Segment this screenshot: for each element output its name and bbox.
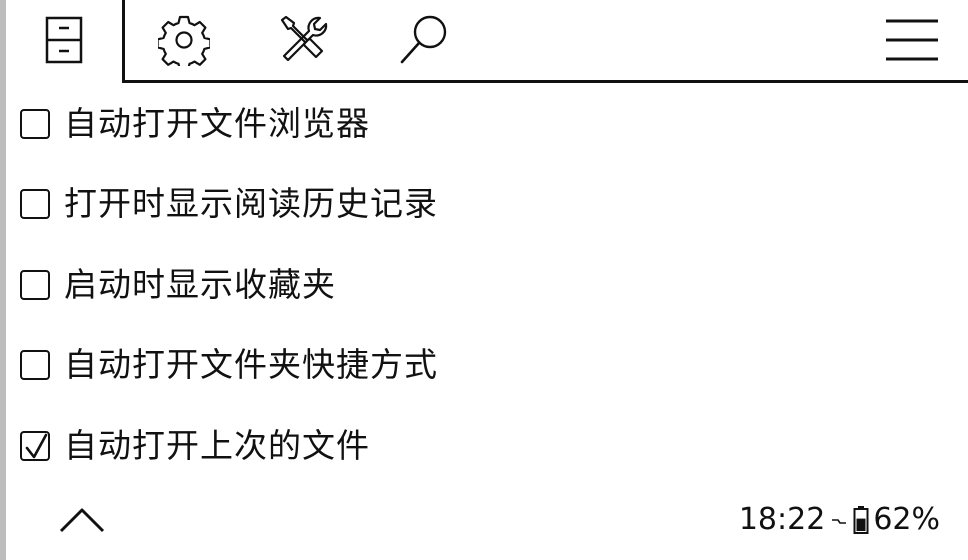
left-edge [0, 0, 6, 560]
tab-tools[interactable] [274, 10, 334, 70]
hamburger-menu-icon [886, 19, 938, 61]
setting-label: 启动时显示收藏夹 [64, 265, 336, 304]
menu-button[interactable] [880, 10, 944, 70]
screen: 自动打开文件浏览器 打开时显示阅读历史记录 启动时显示收藏夹 自动打开文件夹快捷… [0, 0, 968, 560]
battery-percent: 62% [873, 502, 940, 537]
checkbox[interactable] [20, 350, 50, 380]
setting-auto-open-last-file[interactable]: 自动打开上次的文件 [20, 416, 370, 476]
tools-icon [280, 15, 328, 62]
charging-icon [831, 513, 847, 527]
toolbar [0, 0, 968, 84]
tab-settings[interactable] [154, 10, 214, 70]
setting-auto-open-folder-shortcuts[interactable]: 自动打开文件夹快捷方式 [20, 335, 438, 395]
search-icon [400, 15, 447, 64]
setting-show-favorites[interactable]: 启动时显示收藏夹 [20, 255, 336, 315]
tab-file-browser[interactable] [34, 10, 94, 70]
checkbox[interactable] [20, 109, 50, 139]
setting-label: 自动打开文件夹快捷方式 [64, 345, 438, 384]
checkmark-icon [25, 433, 48, 459]
setting-label: 自动打开上次的文件 [64, 426, 370, 465]
tab-divider [122, 0, 125, 83]
chevron-up-icon [59, 508, 105, 533]
setting-show-reading-history[interactable]: 打开时显示阅读历史记录 [20, 174, 438, 234]
setting-auto-open-file-browser[interactable]: 自动打开文件浏览器 [20, 94, 370, 154]
checkbox-checked[interactable] [20, 431, 50, 461]
checkbox[interactable] [20, 189, 50, 219]
gear-icon [158, 15, 210, 66]
file-cabinet-icon [45, 16, 83, 64]
setting-label: 自动打开文件浏览器 [64, 104, 370, 143]
checkbox[interactable] [20, 270, 50, 300]
clock: 18:22 [738, 502, 826, 537]
setting-label: 打开时显示阅读历史记录 [64, 184, 438, 223]
status-bar: 18:22 62% [739, 502, 940, 537]
scroll-up-button[interactable] [56, 500, 108, 540]
footer: 18:22 62% [0, 486, 968, 560]
battery-icon [853, 505, 869, 535]
tab-search[interactable] [394, 10, 454, 70]
toolbar-divider [122, 80, 968, 83]
